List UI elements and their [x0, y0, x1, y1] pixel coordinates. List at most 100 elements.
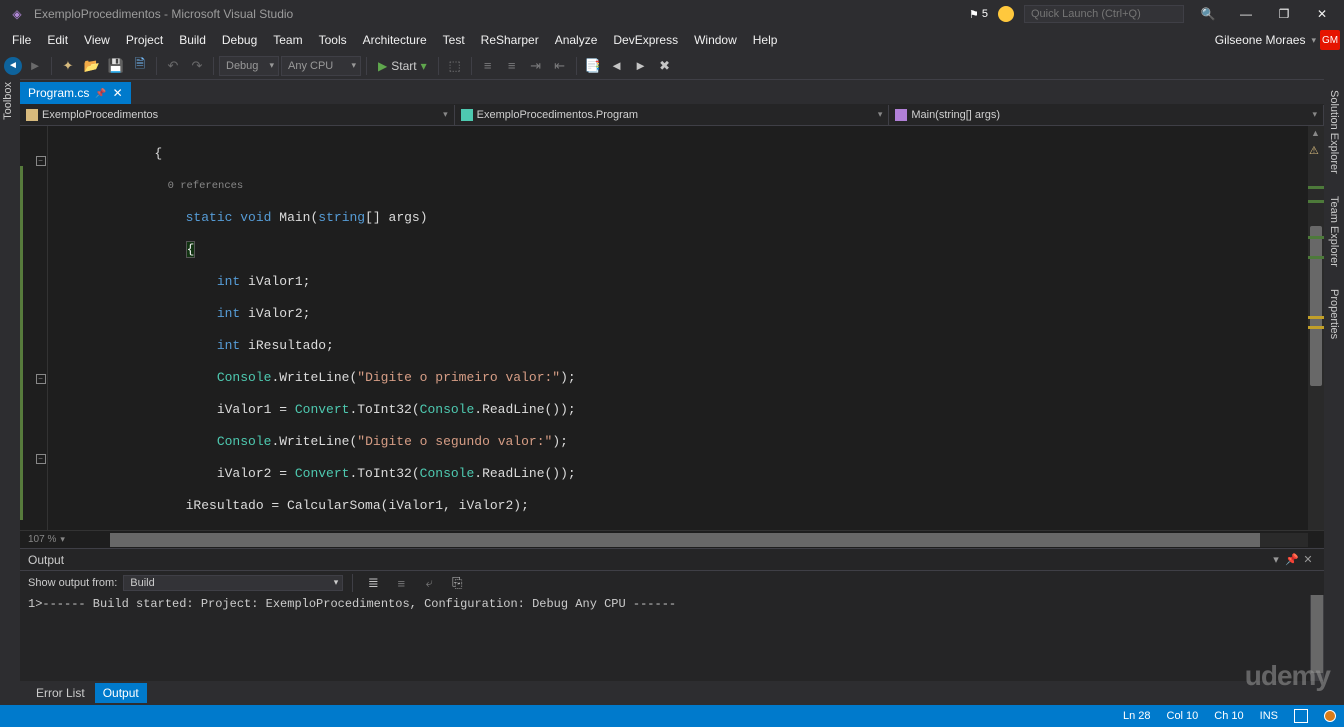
output-wrap-button[interactable]: ⤶ — [418, 572, 440, 594]
code-editor[interactable]: − − − { 0 references static void Main(st… — [20, 126, 1324, 530]
codelens-refs[interactable]: 0 references — [168, 180, 244, 192]
output-panel: Output ▾ 📌 ✕ Show output from: Build ≣ ≡… — [20, 548, 1324, 681]
status-record-icon[interactable] — [1324, 710, 1336, 722]
menu-edit[interactable]: Edit — [39, 30, 76, 50]
output-dropdown-button[interactable]: ▾ — [1268, 553, 1284, 566]
properties-tab[interactable]: Properties — [1326, 283, 1342, 345]
user-avatar[interactable]: GM — [1320, 30, 1340, 50]
minimize-button[interactable]: — — [1232, 7, 1260, 21]
output-goto-button[interactable]: ⎘ — [446, 572, 468, 594]
menu-analyze[interactable]: Analyze — [547, 30, 606, 50]
tab-close-icon[interactable]: ✕ — [113, 86, 123, 100]
class-name: ExemploProcedimentos.Program — [477, 109, 638, 121]
output-source-combo[interactable]: Build — [123, 575, 343, 591]
menu-test[interactable]: Test — [435, 30, 473, 50]
status-line: Ln 28 — [1123, 710, 1151, 722]
horizontal-scrollbar[interactable] — [110, 533, 1308, 547]
menu-project[interactable]: Project — [118, 30, 171, 50]
menu-build[interactable]: Build — [171, 30, 214, 50]
tool-icon[interactable]: ⬚ — [444, 55, 466, 77]
output-line: 1>------ Build started: Project: Exemplo… — [28, 597, 1316, 611]
output-close-button[interactable]: ✕ — [1300, 553, 1316, 566]
close-button[interactable]: ✕ — [1308, 7, 1336, 21]
bookmark-clear-button[interactable]: ✖ — [654, 55, 676, 77]
editor-footer: 107 % ▾ — [20, 530, 1324, 548]
vertical-scrollbar[interactable]: ▲ ⚠ — [1308, 126, 1324, 530]
new-project-button[interactable]: ✦ — [57, 55, 79, 77]
outdent-button[interactable]: ⇤ — [549, 55, 571, 77]
menu-file[interactable]: File — [4, 30, 39, 50]
redo-button[interactable]: ↷ — [186, 55, 208, 77]
output-vscroll[interactable] — [1310, 595, 1324, 681]
output-body[interactable]: 1>------ Build started: Project: Exemplo… — [20, 595, 1324, 681]
scroll-thumb[interactable] — [1310, 226, 1322, 386]
warning-icon: ⚠ — [1309, 144, 1319, 157]
quick-launch-input[interactable] — [1024, 5, 1184, 23]
member-combo[interactable]: Main(string[] args) ▾ — [889, 105, 1324, 125]
vs-logo-icon: ◈ — [8, 5, 26, 23]
start-debug-button[interactable]: ▶ Start ▾ — [372, 59, 433, 73]
show-output-label: Show output from: — [28, 577, 117, 589]
hscroll-thumb[interactable] — [110, 533, 1260, 547]
menu-debug[interactable]: Debug — [214, 30, 265, 50]
search-icon[interactable]: 🔍 — [1194, 7, 1222, 21]
menu-team[interactable]: Team — [265, 30, 310, 50]
change-margin — [20, 126, 34, 530]
comment-button[interactable]: ≡ — [477, 55, 499, 77]
config-combo[interactable]: Debug — [219, 56, 279, 76]
menu-tools[interactable]: Tools — [311, 30, 355, 50]
output-vthumb[interactable] — [1311, 595, 1323, 673]
restore-button[interactable]: ❐ — [1270, 7, 1298, 21]
bookmark-next-button[interactable]: ► — [630, 55, 652, 77]
open-button[interactable]: 📂 — [81, 55, 103, 77]
fold-margin[interactable]: − − − — [34, 126, 48, 530]
code-area[interactable]: { 0 references static void Main(string[]… — [88, 126, 1324, 530]
file-tab-program[interactable]: Program.cs 📌 ✕ — [20, 82, 131, 104]
output-pin-button[interactable]: 📌 — [1284, 553, 1300, 566]
fold-button[interactable]: − — [36, 374, 46, 384]
menu-resharper[interactable]: ReSharper — [473, 30, 547, 50]
code-line: { — [88, 146, 1324, 162]
menu-help[interactable]: Help — [745, 30, 786, 50]
project-combo[interactable]: ExemploProcedimentos ▾ — [20, 105, 455, 125]
class-icon — [461, 109, 473, 121]
save-button[interactable]: 💾 — [105, 55, 127, 77]
uncomment-button[interactable]: ≡ — [501, 55, 523, 77]
status-icon[interactable] — [1294, 709, 1308, 723]
class-combo[interactable]: ExemploProcedimentos.Program ▾ — [455, 105, 890, 125]
pin-icon[interactable]: 📌 — [95, 88, 106, 99]
undo-button[interactable]: ↶ — [162, 55, 184, 77]
notifications-flag[interactable]: ⚑ 5 — [969, 8, 988, 21]
indent-button[interactable]: ⇥ — [525, 55, 547, 77]
team-explorer-tab[interactable]: Team Explorer — [1326, 190, 1342, 273]
menu-architecture[interactable]: Architecture — [355, 30, 435, 50]
start-label: Start — [391, 59, 416, 73]
zoom-combo[interactable]: 107 % — [28, 534, 56, 545]
user-dropdown-icon[interactable]: ▾ — [1311, 35, 1316, 46]
menu-view[interactable]: View — [76, 30, 118, 50]
menu-devexpress[interactable]: DevExpress — [605, 30, 686, 50]
platform-combo[interactable]: Any CPU — [281, 56, 361, 76]
tab-output[interactable]: Output — [95, 683, 147, 703]
save-all-button[interactable]: 🗎 — [129, 55, 151, 77]
menu-window[interactable]: Window — [686, 30, 745, 50]
toolbox-tab[interactable]: Toolbox — [0, 76, 16, 126]
bookmark-prev-button[interactable]: ◄ — [606, 55, 628, 77]
bookmark-button[interactable]: 📑 — [582, 55, 604, 77]
output-toggle-button[interactable]: ≡ — [390, 572, 412, 594]
nav-back-button[interactable]: ◄ — [4, 57, 22, 75]
output-title: Output — [28, 553, 1268, 567]
nav-fwd-button[interactable]: ► — [24, 55, 46, 77]
line-number-gutter — [48, 126, 88, 530]
output-clear-button[interactable]: ≣ — [362, 572, 384, 594]
fold-button[interactable]: − — [36, 156, 46, 166]
fold-button[interactable]: − — [36, 454, 46, 464]
method-icon — [895, 109, 907, 121]
scroll-up-icon[interactable]: ▲ — [1311, 128, 1320, 138]
csharp-project-icon — [26, 109, 38, 121]
tab-errorlist[interactable]: Error List — [28, 683, 93, 703]
user-name[interactable]: Gilseone Moraes — [1215, 33, 1312, 47]
solution-explorer-tab[interactable]: Solution Explorer — [1326, 84, 1342, 180]
feedback-icon[interactable] — [998, 6, 1014, 22]
zoom-chevron-icon[interactable]: ▾ — [60, 534, 65, 545]
